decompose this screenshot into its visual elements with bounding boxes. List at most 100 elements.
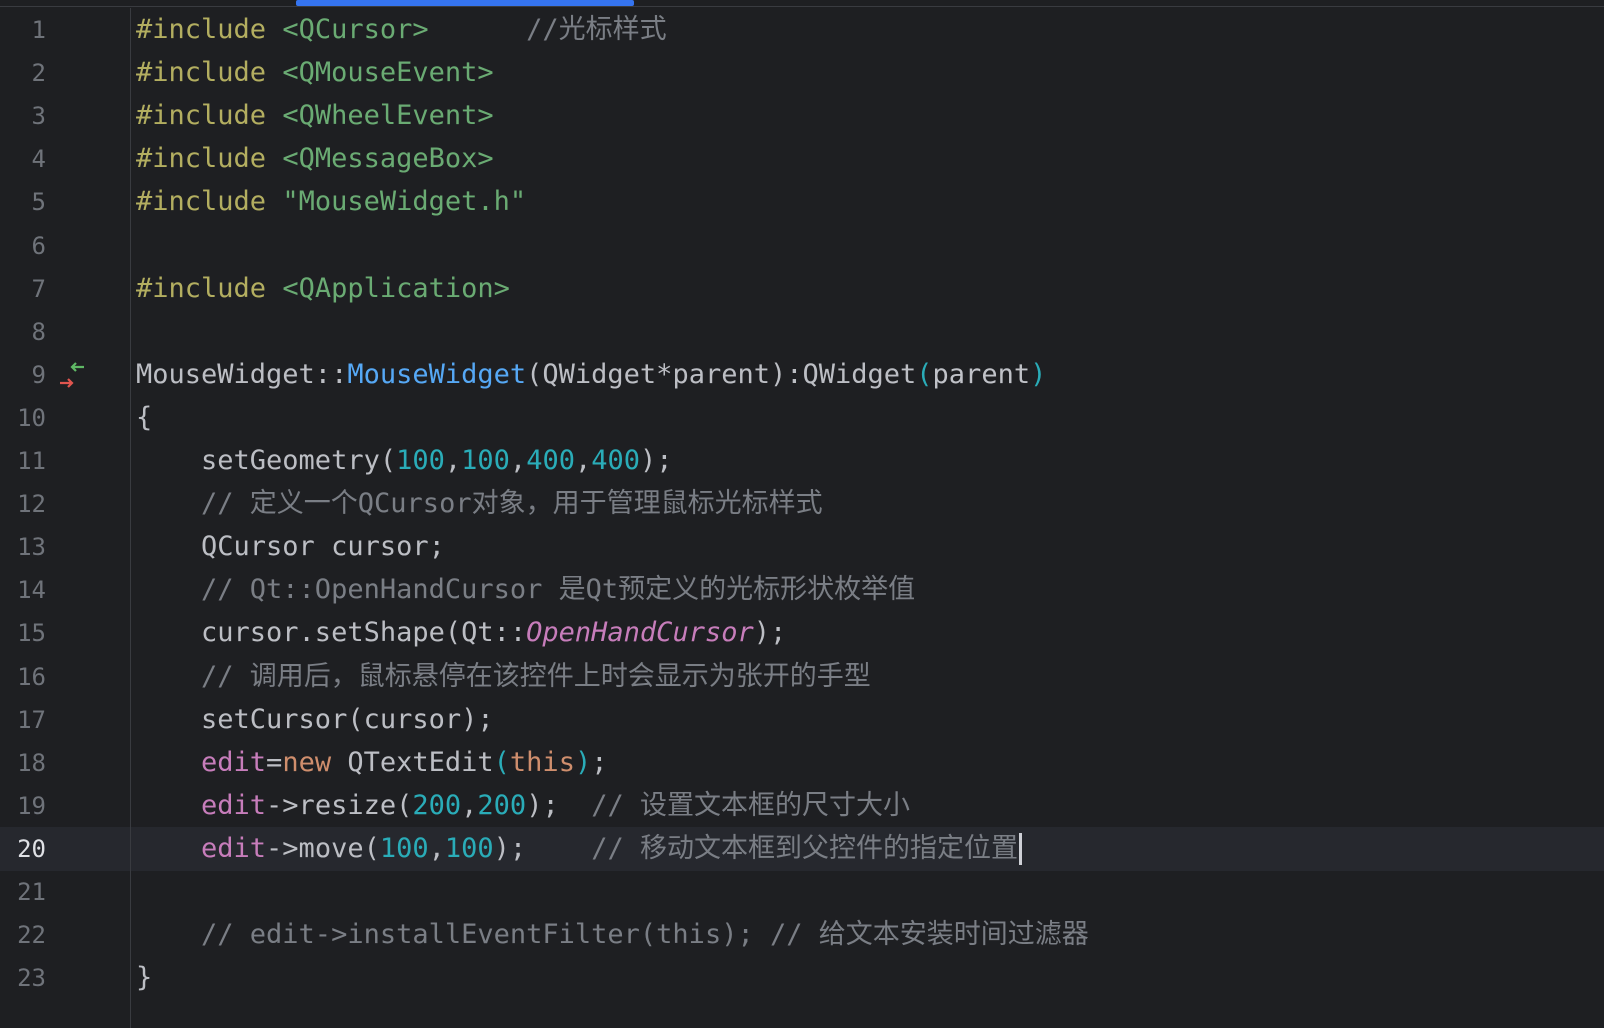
line-number[interactable]: 15 <box>0 611 46 655</box>
code-text[interactable]: #include <QCursor> //光标样式 <box>136 8 667 52</box>
code-line[interactable]: 5 #include "MouseWidget.h" <box>0 180 1604 224</box>
line-number[interactable]: 19 <box>0 784 46 828</box>
code-token: MouseWidget:: <box>136 358 348 390</box>
code-token: <QMouseEvent> <box>282 57 494 89</box>
line-number[interactable]: 9 <box>0 353 46 397</box>
code-token: edit <box>136 832 267 864</box>
line-number[interactable]: 17 <box>0 698 46 742</box>
code-text[interactable]: #include "MouseWidget.h" <box>136 180 526 224</box>
line-number[interactable]: 14 <box>0 568 46 612</box>
implementation-arrows-icon[interactable] <box>56 357 92 393</box>
code-token: <QApplication> <box>282 272 510 304</box>
line-number[interactable]: 13 <box>0 525 46 569</box>
code-line[interactable]: 2 #include <QMouseEvent> <box>0 51 1604 95</box>
code-token: 200 <box>412 789 462 821</box>
code-line[interactable]: 10 { <box>0 396 1604 440</box>
code-line[interactable]: 23} <box>0 956 1604 1000</box>
code-line[interactable]: 14 // Qt::OpenHandCursor 是Qt预定义的光标形状枚举值 <box>0 568 1604 612</box>
code-text[interactable]: setGeometry(100,100,400,400); <box>136 439 673 483</box>
code-text[interactable]: #include <QMessageBox> <box>136 137 494 181</box>
code-token: ->move( <box>266 832 380 864</box>
code-line[interactable]: 13 QCursor cursor; <box>0 525 1604 569</box>
line-number[interactable]: 7 <box>0 267 46 311</box>
line-number[interactable]: 21 <box>0 870 46 914</box>
line-number[interactable]: 8 <box>0 310 46 354</box>
line-number[interactable]: 3 <box>0 94 46 138</box>
code-line[interactable]: 19 edit->resize(200,200); // 设置文本框的尺寸大小 <box>0 784 1604 828</box>
code-line[interactable]: 6 <box>0 224 1604 268</box>
line-number[interactable]: 1 <box>0 8 46 52</box>
horizontal-scroll-thumb[interactable] <box>296 0 634 6</box>
code-line[interactable]: 16 // 调用后，鼠标悬停在该控件上时会显示为张开的手型 <box>0 655 1604 699</box>
code-token: // Qt::OpenHandCursor 是Qt预定义的光标形状枚举值 <box>136 574 916 606</box>
code-text[interactable]: #include <QWheelEvent> <box>136 94 494 138</box>
line-number[interactable]: 11 <box>0 439 46 483</box>
code-token: = <box>266 746 283 778</box>
code-token: ) <box>1030 358 1047 390</box>
code-text[interactable]: QCursor cursor; <box>136 525 445 569</box>
code-token: ) <box>574 746 592 778</box>
code-token: edit <box>136 789 267 821</box>
code-text[interactable]: setCursor(cursor); <box>136 698 494 742</box>
text-caret <box>1018 833 1022 866</box>
code-text[interactable]: // edit->installEventFilter(this); // 给文… <box>136 913 1089 957</box>
code-text[interactable]: } <box>136 956 152 1000</box>
line-number[interactable]: 10 <box>0 396 46 440</box>
line-number[interactable]: 16 <box>0 655 46 699</box>
code-text[interactable]: cursor.setShape(Qt::OpenHandCursor); <box>136 611 786 655</box>
code-text[interactable]: #include <QMouseEvent> <box>136 51 494 95</box>
code-line[interactable]: 9 MouseWidget::MouseWidget(QWidget*parent… <box>0 353 1604 397</box>
code-token: //光标样式 <box>428 14 667 45</box>
code-token: , <box>428 832 445 864</box>
code-token: ); <box>526 789 592 821</box>
code-editor[interactable]: 1 #include <QCursor> //光标样式 2 #include <QMo… <box>0 8 1604 1028</box>
code-token: #include <box>136 186 283 218</box>
code-line[interactable]: 1 #include <QCursor> //光标样式 <box>0 8 1604 52</box>
code-text[interactable]: // Qt::OpenHandCursor 是Qt预定义的光标形状枚举值 <box>136 568 915 612</box>
code-line[interactable]: 12 // 定义一个QCursor对象，用于管理鼠标光标样式 <box>0 482 1604 526</box>
code-line[interactable]: 22 // edit->installEventFilter(this); //… <box>0 913 1604 957</box>
code-token: #include <box>136 143 283 175</box>
line-number[interactable]: 20 <box>0 827 46 871</box>
code-text[interactable]: edit->resize(200,200); // 设置文本框的尺寸大小 <box>136 784 910 828</box>
code-token: parent <box>932 358 1031 390</box>
code-line[interactable]: 7 #include <QApplication> <box>0 267 1604 311</box>
code-line[interactable]: 21 <box>0 870 1604 914</box>
line-number[interactable]: 5 <box>0 180 46 224</box>
line-number[interactable]: 4 <box>0 137 46 181</box>
line-number[interactable]: 6 <box>0 224 46 268</box>
line-number[interactable]: 18 <box>0 741 46 785</box>
code-token: // 定义一个QCursor对象，用于管理鼠标光标样式 <box>136 488 823 520</box>
code-text[interactable]: edit->move(100,100); // 移动文本框到父控件的指定位置 <box>136 827 1022 871</box>
line-number[interactable]: 23 <box>0 956 46 1000</box>
code-text[interactable]: edit=new QTextEdit(this); <box>136 741 607 785</box>
code-token: , <box>461 789 478 821</box>
code-token: , <box>574 445 592 476</box>
code-line[interactable]: 15 cursor.setShape(Qt::OpenHandCursor); <box>0 611 1604 655</box>
code-line[interactable]: 20 edit->move(100,100); // 移动文本框到父控件的指定位… <box>0 826 1604 871</box>
code-token: 100 <box>444 832 494 864</box>
code-token: (QWidget*parent):QWidget <box>526 358 917 390</box>
code-line[interactable]: 3 #include <QWheelEvent> <box>0 94 1604 138</box>
code-text[interactable]: MouseWidget::MouseWidget(QWidget*parent)… <box>136 353 1046 397</box>
code-token: , <box>444 445 462 476</box>
code-text[interactable]: // 调用后，鼠标悬停在该控件上时会显示为张开的手型 <box>136 655 871 699</box>
code-line[interactable]: 4 #include <QMessageBox> <box>0 137 1604 181</box>
code-line[interactable]: 11 setGeometry(100,100,400,400); <box>0 439 1604 483</box>
line-number[interactable]: 2 <box>0 51 46 95</box>
code-token: #include <box>136 57 283 89</box>
code-token: QTextEdit <box>331 746 494 778</box>
code-token: ( <box>493 746 510 778</box>
code-token: MouseWidget <box>347 358 527 390</box>
code-text[interactable]: #include <QApplication> <box>136 267 510 311</box>
code-text[interactable]: // 定义一个QCursor对象，用于管理鼠标光标样式 <box>136 482 823 526</box>
line-number[interactable]: 12 <box>0 482 46 526</box>
code-token: <QCursor> <box>282 14 429 45</box>
code-line[interactable]: 17 setCursor(cursor); <box>0 698 1604 742</box>
code-line[interactable]: 18 edit=new QTextEdit(this); <box>0 741 1604 785</box>
code-token: #include <box>136 272 283 304</box>
code-line[interactable]: 8 <box>0 310 1604 354</box>
code-text[interactable]: { <box>136 396 152 440</box>
code-token: } <box>136 962 153 994</box>
line-number[interactable]: 22 <box>0 913 46 957</box>
